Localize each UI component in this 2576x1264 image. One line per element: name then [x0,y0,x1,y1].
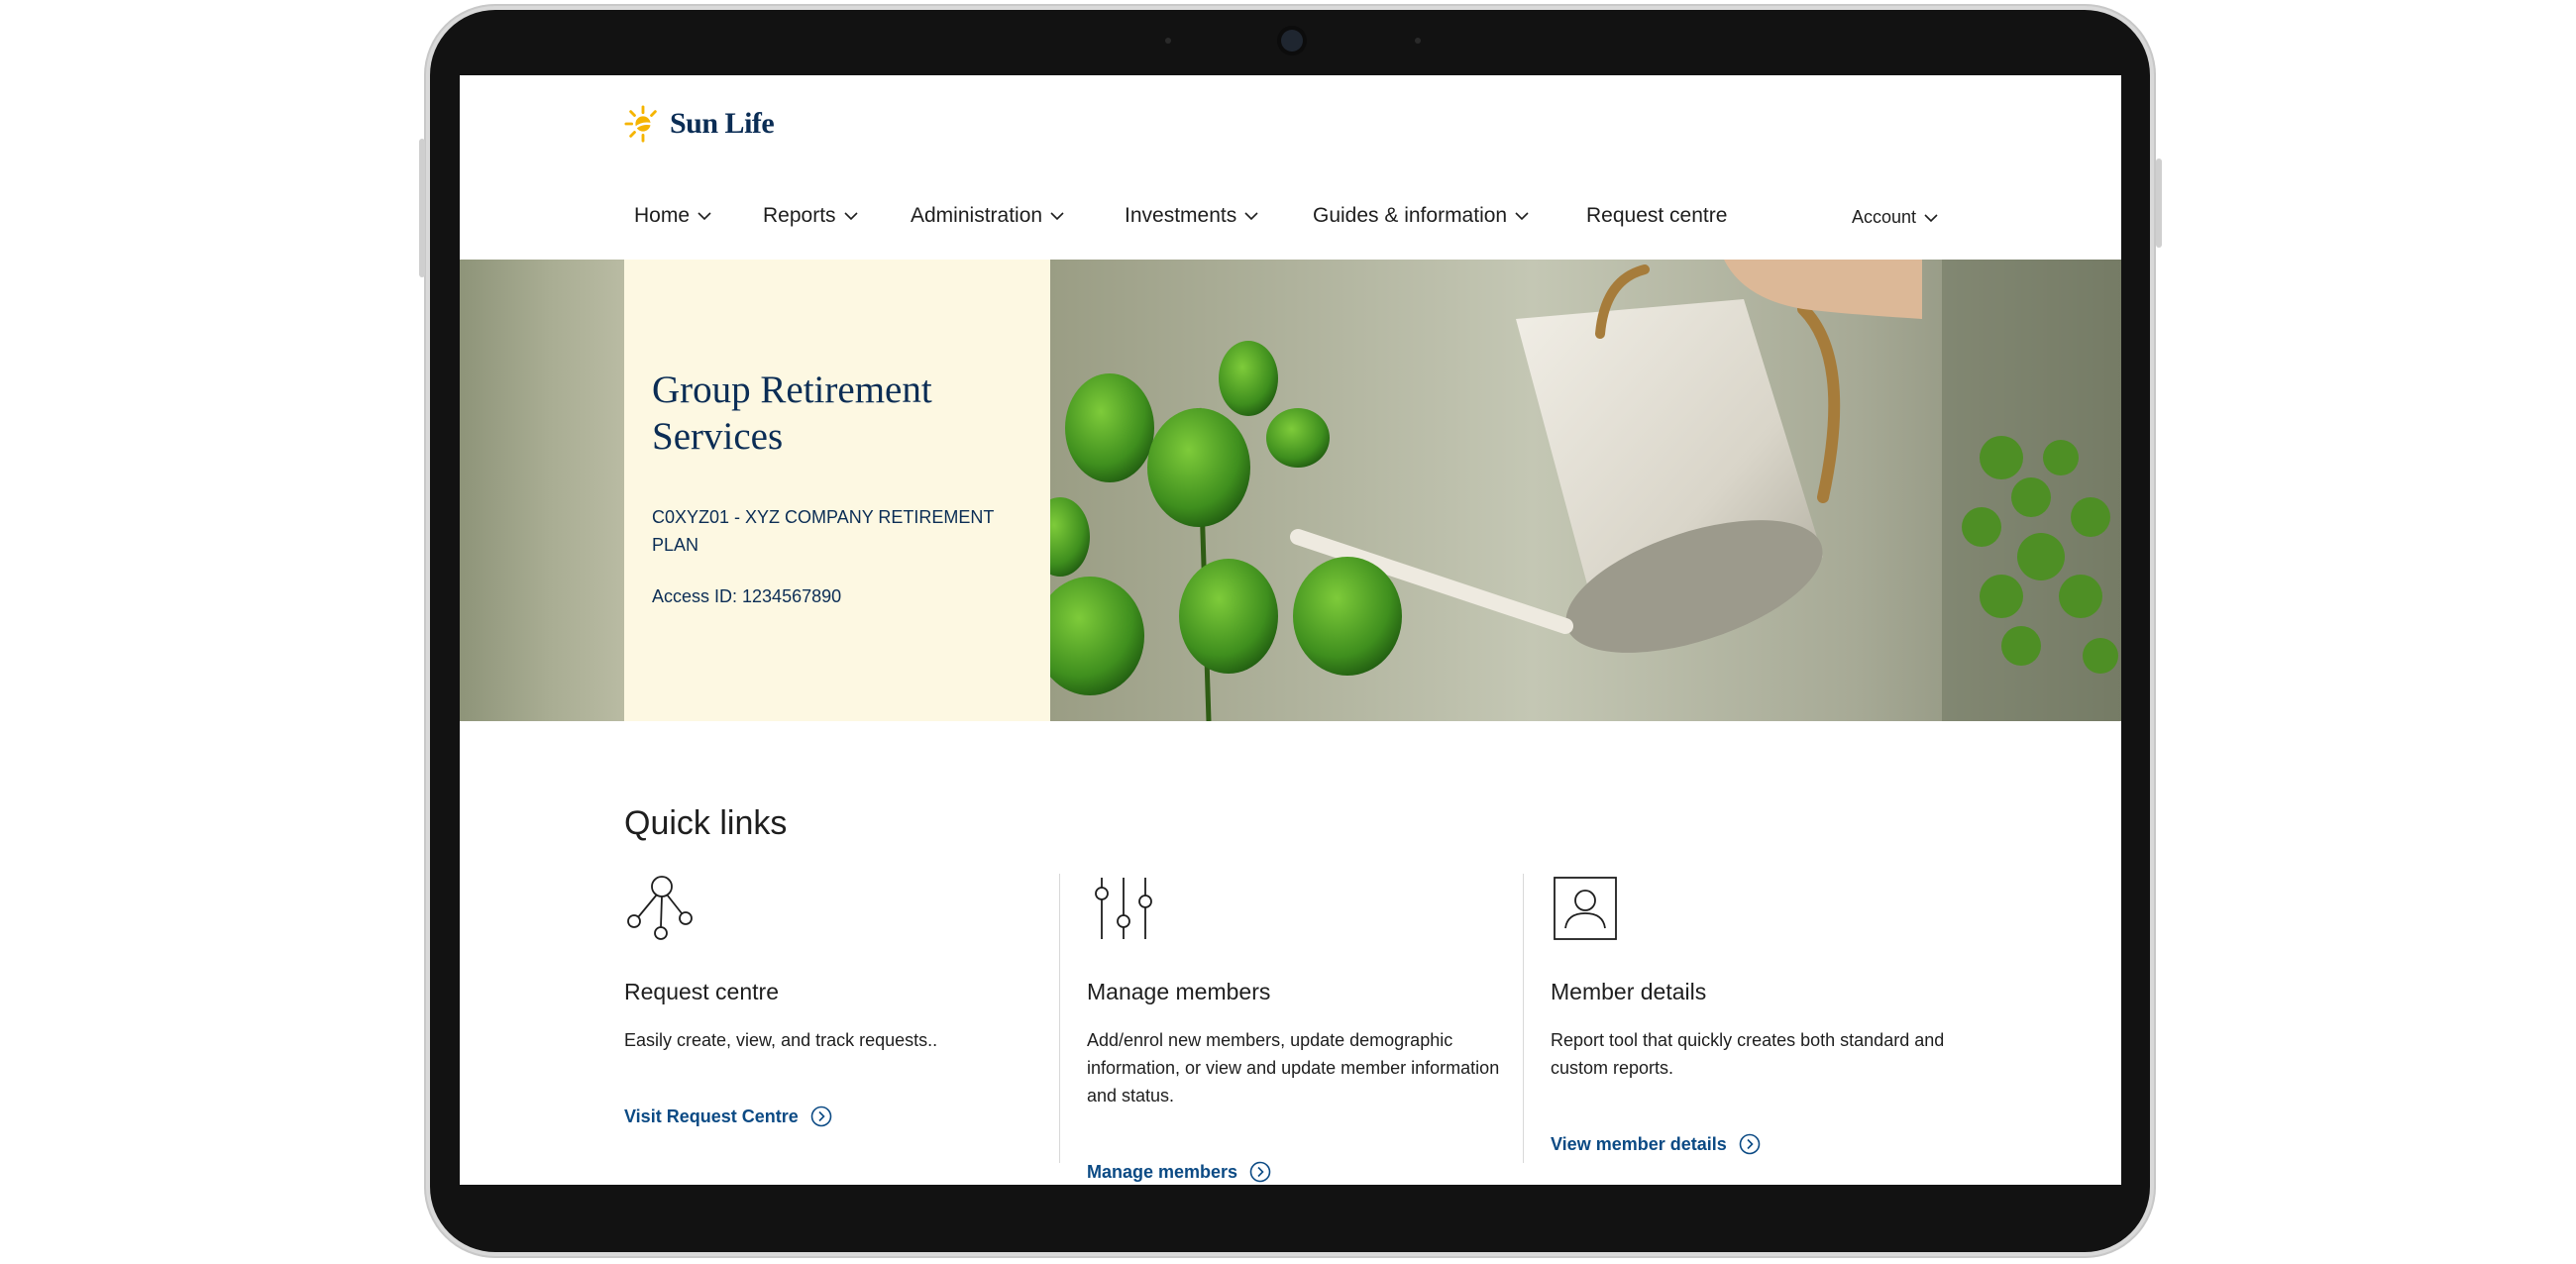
card-divider [1059,874,1060,1163]
card-link-label: Manage members [1087,1161,1238,1182]
sensor-dot [1415,38,1421,44]
card-description: Add/enrol new members, update demographi… [1087,1030,1500,1106]
sun-logo-icon [624,105,657,143]
nav-item-label: Guides & information [1313,204,1508,227]
user-profile-icon [1554,877,1617,940]
chevron-down-icon [1050,212,1064,221]
device-side-button [419,139,425,277]
brand-name: Sun Life [670,107,775,140]
card-description: Report tool that quickly creates both st… [1551,1030,1945,1078]
arrow-circle-right-icon [1249,1161,1271,1183]
hero-background [460,260,624,721]
hero-info-panel: Group Retirement Services C0XYZ01 - XYZ … [624,260,1050,721]
quick-link-card-manage-members: Manage members Add/enrol new members, up… [1087,874,1523,1183]
account-label: Account [1852,207,1917,227]
card-title: Manage members [1087,979,1271,1004]
nav-item-label: Request centre [1586,204,1728,227]
card-title: Request centre [624,979,779,1004]
account-menu[interactable]: Account [1852,207,1938,228]
card-divider [1523,874,1524,1163]
sensor-dot [1165,38,1171,44]
quick-link-card-request-centre: Request centre Easily create, view, and … [624,874,1060,1171]
nav-item-investments[interactable]: Investments [1125,204,1258,228]
chevron-down-icon [843,212,858,221]
plan-name: C0XYZ01 - XYZ COMPANY RETIREMENT PLAN [652,507,995,555]
chevron-down-icon [1244,212,1258,221]
nav-item-request-centre[interactable]: Request centre [1586,204,1727,228]
hero-banner: Group Retirement Services C0XYZ01 - XYZ … [460,260,2121,721]
card-description: Easily create, view, and track requests.… [624,1030,938,1050]
manage-members-link[interactable]: Manage members [1087,1161,1271,1183]
arrow-circle-right-icon [1739,1133,1761,1155]
chevron-down-icon [1924,213,1938,222]
nav-item-administration[interactable]: Administration [911,204,1064,228]
card-title: Member details [1551,979,1707,1004]
card-link-label: View member details [1551,1133,1727,1154]
visit-request-centre-link[interactable]: Visit Request Centre [624,1106,832,1127]
nav-item-label: Home [634,204,691,227]
chevron-down-icon [1515,212,1529,221]
sliders-icon [1095,878,1152,939]
network-icon [627,876,693,940]
nav-item-reports[interactable]: Reports [763,204,858,228]
device-side-button [2156,158,2162,248]
nav-item-home[interactable]: Home [634,204,711,228]
main-nav: Home Reports Administration Investments … [634,204,2121,244]
sun-life-logo[interactable]: Sun Life [624,105,775,143]
camera-icon [1281,30,1303,52]
hero-image-watering-plants [1050,260,2121,721]
card-link-label: Visit Request Centre [624,1106,799,1126]
page-title: Group Retirement Services [652,369,932,458]
arrow-circle-right-icon [810,1106,832,1127]
quick-link-card-member-details: Member details Report tool that quickly … [1551,874,1986,1171]
screen: Sun Life Home Reports Administration Inv… [460,75,2121,1185]
chevron-down-icon [698,212,711,221]
quick-links-title: Quick links [624,804,788,842]
nav-item-label: Investments [1125,204,1237,227]
view-member-details-link[interactable]: View member details [1551,1133,1761,1155]
access-id: Access ID: 1234567890 [652,586,842,606]
nav-item-guides[interactable]: Guides & information [1313,204,1529,228]
nav-item-label: Administration [911,204,1043,227]
nav-item-label: Reports [763,204,836,227]
